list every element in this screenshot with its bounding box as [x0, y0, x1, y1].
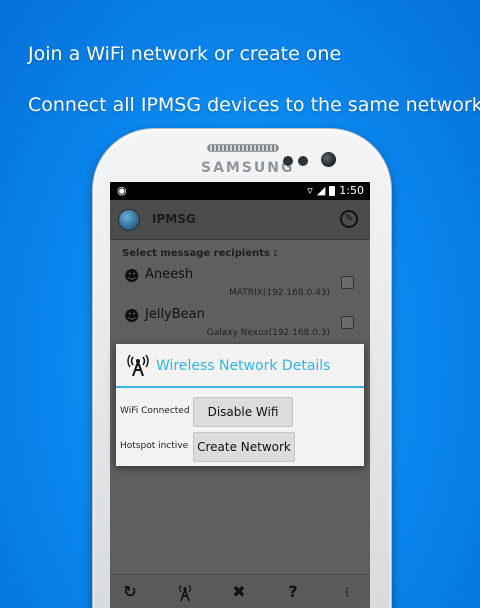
overflow-icon[interactable]: ⋮	[332, 579, 362, 605]
app-notification-icon: ◉	[117, 184, 127, 197]
dialog-header: Wireless Network Details	[116, 344, 364, 388]
promo-line-1: Join a WiFi network or create one	[28, 43, 342, 65]
recipient-checkbox[interactable]	[341, 316, 354, 329]
tools-icon[interactable]: ✖	[224, 579, 254, 605]
wireless-network-dialog: Wireless Network Details WiFi Connected …	[116, 344, 364, 466]
status-bar: ◉ ▿ ◢ 1:50	[110, 182, 370, 200]
app-title: IPMSG	[152, 212, 196, 226]
disable-wifi-button[interactable]: Disable Wifi	[193, 397, 293, 427]
status-time: 1:50	[339, 184, 364, 197]
person-icon: ☻	[124, 267, 140, 285]
app-bar: IPMSG ✎	[110, 200, 370, 240]
sensor-icon	[298, 156, 308, 166]
front-camera-icon	[321, 152, 336, 167]
help-button[interactable]: ?	[278, 579, 308, 605]
wifi-signal-icon: ▿	[307, 184, 313, 197]
battery-icon	[329, 185, 336, 196]
antenna-icon[interactable]	[170, 579, 200, 605]
device-brand: SAMSUNG	[201, 160, 295, 176]
refresh-icon[interactable]: ↻	[115, 579, 145, 605]
speaker-grille	[207, 144, 279, 152]
status-right: ▿ ◢ 1:50	[307, 184, 364, 197]
bottom-action-bar: ↻ ✖ ? ⋮	[110, 574, 370, 608]
recipients-title: Select message recipients :	[122, 248, 278, 259]
promo-line-2: Connect all IPMSG devices to the same ne…	[28, 94, 480, 116]
dialog-title: Wireless Network Details	[156, 358, 331, 374]
wifi-row: WiFi Connected Disable Wifi	[116, 395, 364, 429]
app-logo-icon[interactable]	[118, 209, 140, 231]
compose-icon[interactable]: ✎	[340, 210, 358, 228]
person-icon: ☻	[124, 307, 140, 325]
list-item[interactable]: ☻ Aneesh MATRIX(192.168.0.43)	[110, 264, 370, 304]
recipient-host: MATRIX(192.168.0.43)	[229, 288, 330, 298]
recipient-host: Galaxy Nexus(192.168.0.3)	[206, 328, 330, 338]
wifi-status-label: WiFi Connected	[120, 406, 190, 416]
list-item[interactable]: ☻ JellyBean Galaxy Nexus(192.168.0.3)	[110, 304, 370, 344]
hotspot-status-label: Hotspot inctive	[120, 441, 189, 451]
recipient-checkbox[interactable]	[341, 276, 354, 289]
hotspot-row: Hotspot inctive Create Network	[116, 430, 364, 464]
sensor-icon	[283, 156, 293, 166]
cell-signal-icon: ◢	[316, 184, 326, 197]
recipient-name: Aneesh	[145, 267, 194, 282]
create-network-button[interactable]: Create Network	[193, 432, 295, 462]
recipient-name: JellyBean	[145, 307, 205, 322]
antenna-icon	[127, 353, 149, 377]
